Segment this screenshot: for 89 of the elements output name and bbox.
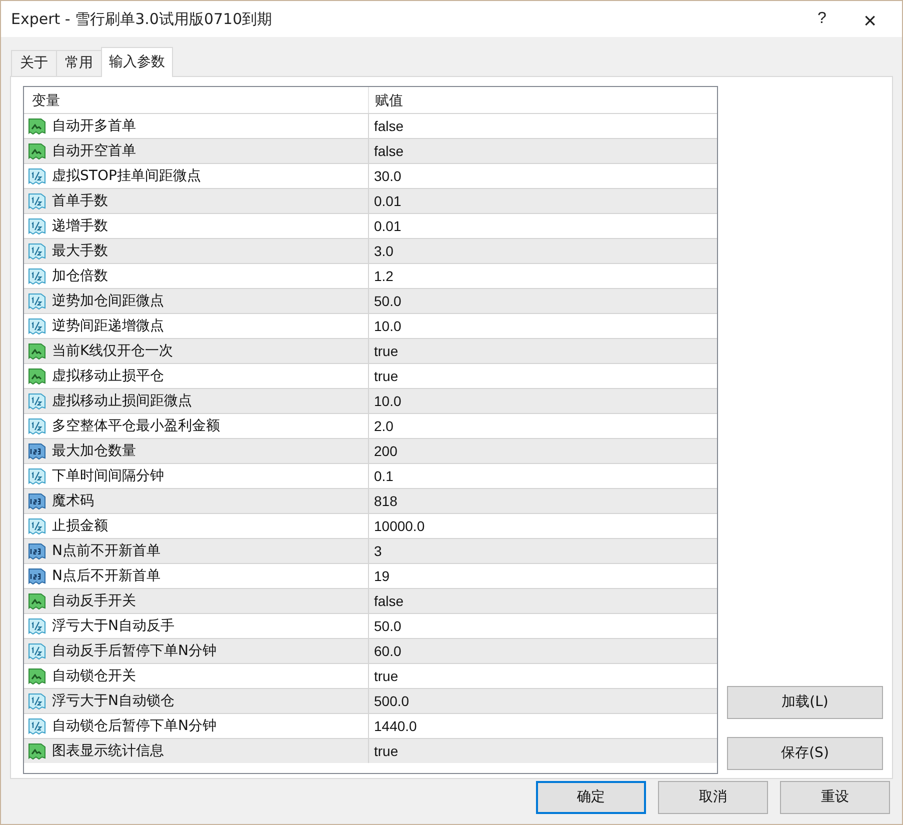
param-value[interactable]: 0.1 — [374, 466, 394, 486]
param-name: 当前K线仅开仓一次 — [52, 342, 174, 360]
fraction-param-icon — [28, 292, 46, 310]
param-name: 下单时间间隔分钟 — [52, 466, 164, 486]
param-name: 魔术码 — [52, 492, 94, 510]
param-name: 递增手数 — [52, 216, 108, 236]
fraction-param-icon — [28, 467, 46, 485]
param-value[interactable]: true — [374, 340, 398, 362]
dialog-button[interactable]: 确定 — [536, 781, 646, 814]
param-name: 虚拟STOP挂单间距微点 — [52, 166, 201, 186]
param-name: 最大手数 — [52, 242, 108, 260]
bool-param-icon — [28, 742, 46, 760]
fraction-param-icon — [28, 642, 46, 660]
bool-param-icon — [28, 142, 46, 160]
param-value[interactable]: 3.0 — [374, 240, 394, 262]
param-name: 逆势加仓间距微点 — [52, 292, 164, 310]
param-name: 自动开多首单 — [52, 116, 136, 136]
param-value[interactable]: true — [374, 366, 398, 386]
fraction-param-icon — [28, 517, 46, 535]
param-value[interactable]: 10.0 — [374, 390, 402, 412]
param-value[interactable]: 1440.0 — [374, 716, 417, 736]
param-value[interactable]: 0.01 — [374, 216, 402, 236]
param-name: 自动反手开关 — [52, 592, 136, 610]
fraction-param-icon — [28, 417, 46, 435]
param-value[interactable]: 10000.0 — [374, 516, 425, 536]
bool-param-icon — [28, 367, 46, 385]
param-value[interactable]: 3 — [374, 540, 382, 562]
bool-param-icon — [28, 592, 46, 610]
dialog-button[interactable]: 取消 — [658, 781, 768, 814]
fraction-param-icon — [28, 167, 46, 185]
param-name: 自动开空首单 — [52, 142, 136, 160]
param-name: 浮亏大于N自动反手 — [52, 616, 174, 636]
param-name: 自动锁仓后暂停下单N分钟 — [52, 716, 216, 736]
fraction-param-icon — [28, 242, 46, 260]
dialog-button[interactable]: 重设 — [780, 781, 890, 814]
param-name: 虚拟移动止损平仓 — [52, 366, 164, 386]
param-value[interactable]: 60.0 — [374, 640, 402, 662]
param-value[interactable]: 30.0 — [374, 166, 402, 186]
fraction-param-icon — [28, 617, 46, 635]
param-value[interactable]: 500.0 — [374, 690, 410, 712]
param-value[interactable]: 10.0 — [374, 316, 402, 336]
param-value[interactable]: 200 — [374, 440, 398, 462]
param-name: N点前不开新首单 — [52, 542, 160, 560]
param-name: 图表显示统计信息 — [52, 742, 164, 760]
param-value[interactable]: true — [374, 740, 398, 762]
param-value[interactable]: 19 — [374, 566, 390, 586]
param-value[interactable]: 818 — [374, 490, 398, 512]
bool-param-icon — [28, 342, 46, 360]
param-value[interactable]: 50.0 — [374, 616, 402, 636]
param-name: 最大加仓数量 — [52, 442, 136, 460]
integer-param-icon — [28, 567, 46, 585]
window-title: Expert - 雪行刷单3.0试用版0710到期 — [11, 8, 272, 30]
fraction-param-icon — [28, 192, 46, 210]
side-button[interactable]: 加载(L) — [727, 686, 883, 719]
param-value[interactable]: true — [374, 666, 398, 686]
fraction-param-icon — [28, 692, 46, 710]
bool-param-icon — [28, 117, 46, 135]
param-name: 自动锁仓开关 — [52, 666, 136, 686]
tab[interactable]: 输入参数 — [101, 47, 173, 77]
param-value[interactable]: 2.0 — [374, 416, 394, 436]
param-name: 浮亏大于N自动锁仓 — [52, 692, 174, 710]
param-name: 止损金额 — [52, 516, 108, 536]
fraction-param-icon — [28, 317, 46, 335]
integer-param-icon — [28, 492, 46, 510]
param-value[interactable]: 0.01 — [374, 190, 402, 212]
side-button[interactable]: 保存(S) — [727, 737, 883, 770]
param-value[interactable]: 1.2 — [374, 266, 394, 286]
param-name: 首单手数 — [52, 192, 108, 210]
help-button[interactable]: ? — [802, 4, 842, 34]
param-name: 自动反手后暂停下单N分钟 — [52, 642, 216, 660]
param-name: 加仓倍数 — [52, 266, 108, 286]
fraction-param-icon — [28, 217, 46, 235]
tab[interactable]: 关于 — [11, 50, 57, 76]
fraction-param-icon — [28, 267, 46, 285]
param-value[interactable]: false — [374, 140, 404, 162]
close-button[interactable]: × — [842, 4, 898, 34]
param-name: 逆势间距递增微点 — [52, 316, 164, 336]
fraction-param-icon — [28, 717, 46, 735]
bool-param-icon — [28, 667, 46, 685]
param-value[interactable]: false — [374, 590, 404, 612]
param-name: 多空整体平仓最小盈利金额 — [52, 416, 220, 436]
param-name: 虚拟移动止损间距微点 — [52, 392, 192, 410]
integer-param-icon — [28, 442, 46, 460]
param-value[interactable]: 50.0 — [374, 290, 402, 312]
param-name: N点后不开新首单 — [52, 566, 160, 586]
column-header[interactable]: 赋值 — [369, 87, 717, 113]
integer-param-icon — [28, 542, 46, 560]
param-value[interactable]: false — [374, 116, 404, 136]
fraction-param-icon — [28, 392, 46, 410]
